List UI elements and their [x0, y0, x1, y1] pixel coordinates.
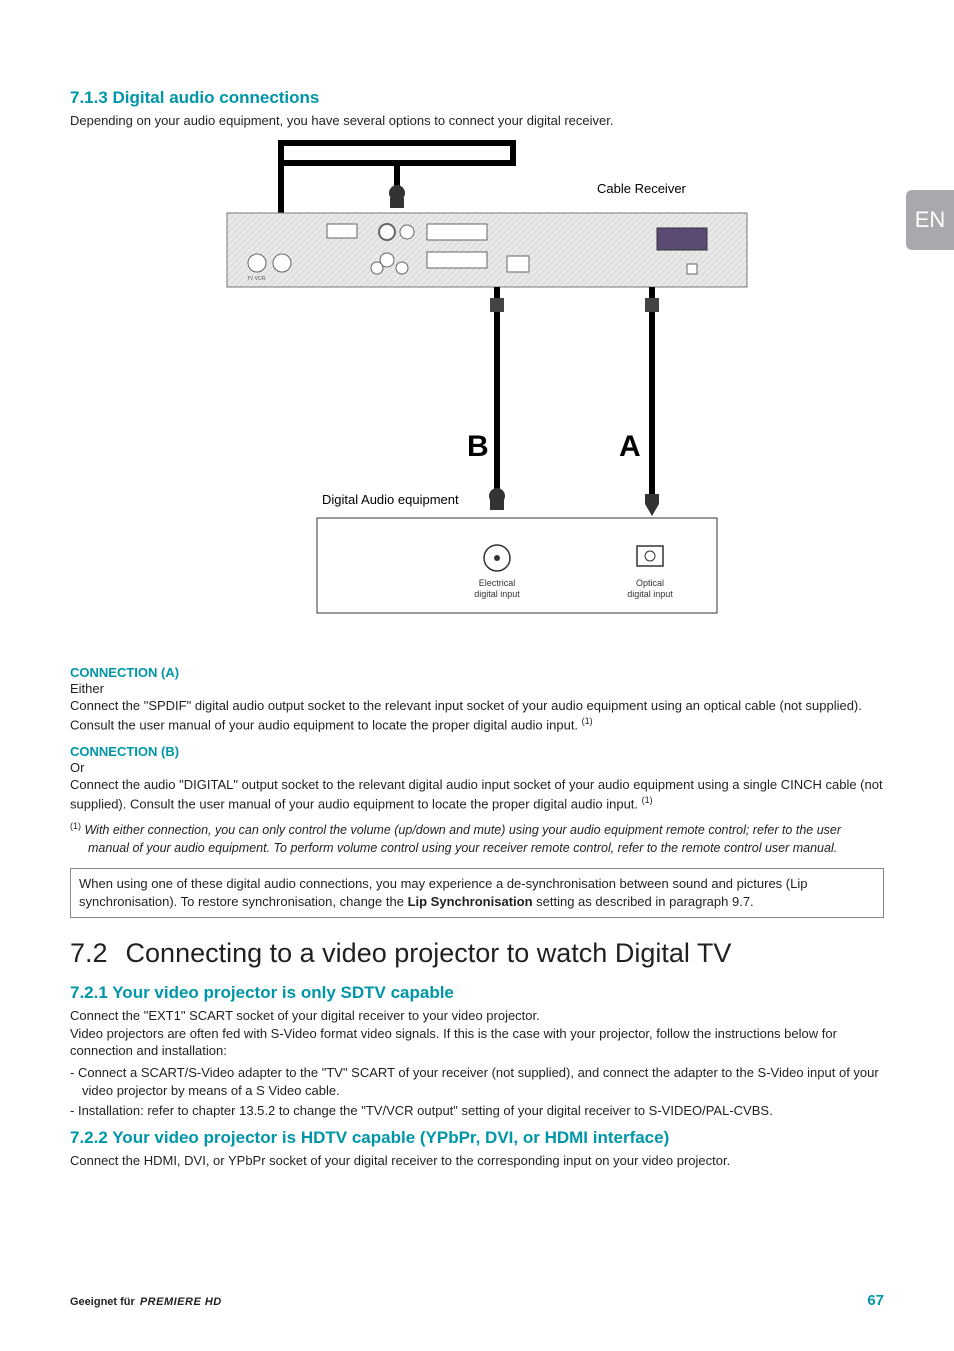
heading-722: 7.2.2 Your video projector is HDTV capab…: [70, 1128, 884, 1148]
footnote-ref-1b: (1): [642, 795, 653, 805]
diagram-letter-a: A: [619, 430, 641, 463]
diagram-letter-b: B: [467, 430, 489, 463]
list-721: Connect a SCART/S-Video adapter to the "…: [70, 1064, 884, 1121]
text-721-p2: Video projectors are often fed with S-Vi…: [70, 1025, 884, 1060]
text-connection-b-body: Connect the audio "DIGITAL" output socke…: [70, 776, 884, 812]
footnote-ref-1a: (1): [582, 716, 593, 726]
language-tab: EN: [906, 190, 954, 250]
heading-72-title: Connecting to a video projector to watch…: [126, 938, 732, 968]
heading-713: 7.1.3 Digital audio connections: [70, 88, 884, 108]
list-item: Connect a SCART/S-Video adapter to the "…: [70, 1064, 884, 1100]
footer-left-pre: Geeignet für: [70, 1296, 138, 1308]
note-lip-sync-post: setting as described in paragraph 9.7.: [533, 894, 754, 909]
list-item: Installation: refer to chapter 13.5.2 to…: [70, 1102, 884, 1120]
note-lip-sync-bold: Lip Synchronisation: [408, 894, 533, 909]
diagram-label-opt-2: digital input: [627, 589, 673, 599]
page-number: 67: [867, 1292, 884, 1309]
heading-72: 7.2 Connecting to a video projector to wa…: [70, 938, 884, 969]
footnote-1: (1) With either connection, you can only…: [70, 820, 884, 857]
footer-brand: PREMIERE HD: [140, 1296, 222, 1308]
diagram-713: Cable Receiver: [70, 138, 884, 653]
footnote-1-text: With either connection, you can only con…: [81, 824, 841, 856]
diagram-label-elec-1: Electrical: [479, 578, 516, 588]
text-721-p1: Connect the "EXT1" SCART socket of your …: [70, 1007, 884, 1025]
diagram-label-receiver: Cable Receiver: [597, 181, 687, 196]
text-connection-a-either: Either: [70, 680, 884, 698]
footnote-1-marker: (1): [70, 821, 81, 831]
diagram-label-opt-1: Optical: [636, 578, 664, 588]
text-713-intro: Depending on your audio equipment, you h…: [70, 112, 884, 130]
heading-72-num: 7.2: [70, 938, 108, 969]
note-lip-sync: When using one of these digital audio co…: [70, 868, 884, 918]
diagram-label-elec-2: digital input: [474, 589, 520, 599]
text-connection-a-body: Connect the "SPDIF" digital audio output…: [70, 697, 884, 733]
svg-text:TV VCR: TV VCR: [247, 276, 266, 282]
footer-left: Geeignet für PREMIERE HD: [70, 1296, 222, 1308]
text-connection-b-body-pre: Connect the audio "DIGITAL" output socke…: [70, 777, 883, 811]
heading-connection-b: CONNECTION (B): [70, 744, 884, 759]
heading-connection-a: CONNECTION (A): [70, 665, 884, 680]
diagram-label-audio-equipment: Digital Audio equipment: [322, 492, 459, 507]
text-connection-b-or: Or: [70, 759, 884, 777]
text-connection-a-body-pre: Connect the "SPDIF" digital audio output…: [70, 698, 862, 732]
text-722-p1: Connect the HDMI, DVI, or YPbPr socket o…: [70, 1152, 884, 1170]
heading-721: 7.2.1 Your video projector is only SDTV …: [70, 983, 884, 1003]
